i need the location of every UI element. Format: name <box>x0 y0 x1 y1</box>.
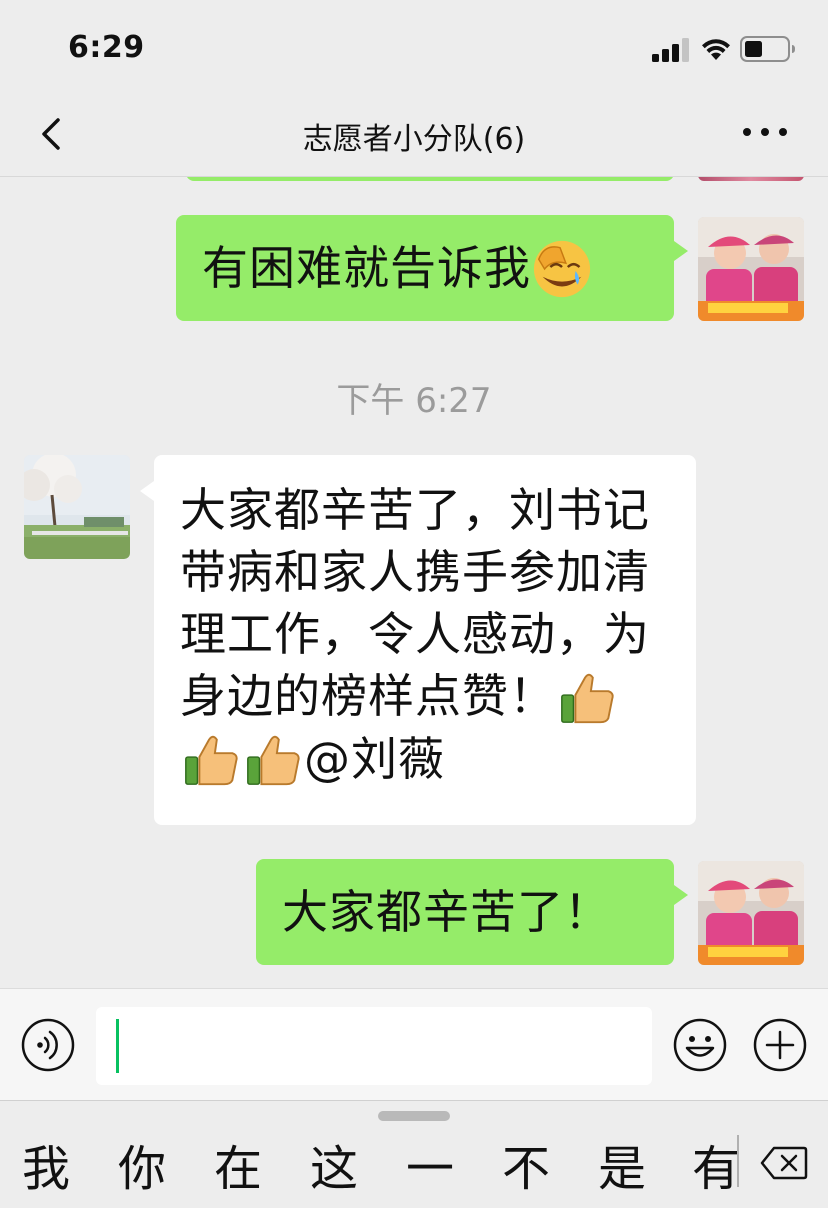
message-text: 大家都辛苦了！ <box>282 885 611 939</box>
message-bubble-received[interactable]: 大家都辛苦了，刘书记带病和家人携手参加清理工作，令人感动，为身边的榜样点赞！ @… <box>140 455 696 825</box>
backspace-icon[interactable] <box>760 1145 808 1181</box>
candidate-word[interactable]: 这 <box>310 1129 358 1199</box>
wifi-icon <box>702 39 730 60</box>
keyboard-candidate-bar: 我 你 在 这 一 不 是 有 <box>0 1100 828 1208</box>
voice-input-button[interactable] <box>20 1017 76 1073</box>
my-avatar[interactable] <box>698 217 804 321</box>
sender-avatar[interactable] <box>24 455 130 559</box>
message-bubble-sent[interactable]: 大家都辛苦了！ <box>256 859 688 965</box>
text-cursor <box>116 1019 119 1073</box>
message-text: 有困难就告诉我 <box>202 241 531 295</box>
candidate-word[interactable]: 在 <box>214 1129 262 1199</box>
candidate-word[interactable]: 有 <box>692 1129 740 1199</box>
thumbs-up-icon <box>247 735 300 786</box>
previous-message-avatar[interactable] <box>698 177 804 181</box>
input-toolbar <box>0 988 828 1100</box>
avatar-photo <box>698 861 804 965</box>
emoji-button[interactable] <box>672 1017 728 1073</box>
status-time: 6:29 <box>68 30 145 65</box>
my-avatar[interactable] <box>698 861 804 965</box>
face-palm-laughing-icon <box>533 240 591 297</box>
cellular-signal-icon <box>652 38 689 62</box>
chat-title: 志愿者小分队(6) <box>302 122 526 157</box>
avatar-photo <box>698 217 804 321</box>
more-functions-button[interactable] <box>752 1017 808 1073</box>
mention-text[interactable]: @刘薇 <box>304 732 445 786</box>
message-bubble-sent[interactable]: 有困难就告诉我 <box>176 215 688 321</box>
more-options-button[interactable] <box>738 114 792 150</box>
status-bar: 6:29 <box>0 0 828 96</box>
candidate-word[interactable]: 一 <box>406 1129 454 1199</box>
candidate-word[interactable]: 不 <box>502 1129 550 1199</box>
message-list[interactable]: 有困难就告诉我 下午 6:27 大家都辛苦了，刘书记带病和家人携手参加清理工作，… <box>0 176 828 988</box>
chat-header: 志愿者小分队(6) <box>0 96 828 176</box>
battery-icon <box>740 36 795 62</box>
candidate-word[interactable]: 你 <box>118 1129 166 1199</box>
avatar-photo <box>24 455 130 559</box>
previous-message-bubble[interactable] <box>186 177 674 181</box>
keyboard-drag-handle[interactable] <box>378 1111 450 1121</box>
candidate-divider <box>737 1135 739 1187</box>
candidate-word[interactable]: 我 <box>22 1129 70 1199</box>
thumbs-up-icon <box>561 673 614 723</box>
message-input[interactable] <box>96 1007 652 1085</box>
thumbs-up-icon <box>185 735 238 786</box>
message-timestamp: 下午 6:27 <box>336 381 492 421</box>
candidate-word[interactable]: 是 <box>598 1129 646 1199</box>
